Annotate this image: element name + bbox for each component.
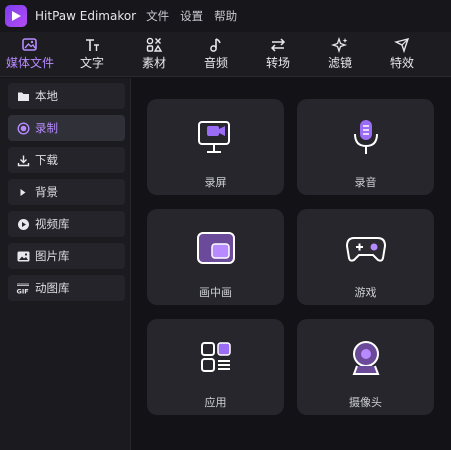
app-record-card[interactable]: 应用 <box>147 319 284 415</box>
sidebar: 本地 录制 下载 背景 视频库 图片库 GIF 动图库 <box>0 78 131 450</box>
gif-icon: GIF <box>16 283 30 294</box>
card-label: 录屏 <box>204 176 227 189</box>
video-library-icon <box>16 218 30 231</box>
effects-icon <box>393 38 410 53</box>
tab-filter[interactable]: 滤镜 <box>312 32 368 77</box>
sidebar-item-local[interactable]: 本地 <box>8 83 125 109</box>
webcam-record-card[interactable]: 摄像头 <box>297 319 434 415</box>
folder-icon <box>16 91 30 102</box>
text-icon <box>86 39 99 51</box>
game-record-card[interactable]: 游戏 <box>297 209 434 305</box>
image-library-icon <box>16 251 30 262</box>
tab-label: 音频 <box>203 56 228 70</box>
transition-icon <box>270 38 286 52</box>
svg-text:GIF: GIF <box>17 287 29 294</box>
media-tab-bar: 媒体文件 文字 素材 音频 转场 滤镜 特效 <box>0 32 451 77</box>
record-icon <box>16 121 30 135</box>
materials-icon <box>146 37 163 52</box>
sidebar-item-label: 背景 <box>35 185 58 199</box>
webcam-icon <box>352 341 379 375</box>
sidebar-item-background[interactable]: 背景 <box>8 179 125 205</box>
title-bar: HitPaw Edimakor 文件 设置 帮助 <box>0 0 451 32</box>
screen-record-card[interactable]: 录屏 <box>147 99 284 195</box>
menu-file[interactable]: 文件 <box>146 8 169 24</box>
sidebar-item-record[interactable]: 录制 <box>8 115 125 141</box>
app-title: HitPaw Edimakor <box>35 9 137 23</box>
screen-record-icon <box>197 121 230 153</box>
picture-in-picture-card[interactable]: 画中画 <box>147 209 284 305</box>
gamepad-icon <box>345 237 386 262</box>
filter-icon <box>331 37 348 53</box>
sidebar-item-label: 录制 <box>35 121 58 135</box>
sidebar-item-label: 视频库 <box>35 217 70 231</box>
tab-label: 滤镜 <box>327 56 352 70</box>
record-options-panel: 录屏 录音 画中画 游戏 应用 摄像头 <box>132 78 451 450</box>
menu-settings[interactable]: 设置 <box>180 8 203 24</box>
sidebar-item-label: 动图库 <box>35 281 70 295</box>
card-label: 摄像头 <box>349 396 382 409</box>
download-icon <box>16 154 30 167</box>
tab-media-files[interactable]: 媒体文件 <box>2 32 58 77</box>
sidebar-item-video-library[interactable]: 视频库 <box>8 211 125 237</box>
tab-label: 媒体文件 <box>5 56 54 70</box>
tab-label: 转场 <box>265 56 290 70</box>
sidebar-item-label: 下载 <box>35 153 58 167</box>
picture-in-picture-icon <box>196 232 235 264</box>
tab-audio[interactable]: 音频 <box>188 32 244 77</box>
tab-effects[interactable]: 特效 <box>374 32 430 77</box>
audio-icon <box>210 38 221 52</box>
tab-transition[interactable]: 转场 <box>250 32 306 77</box>
card-label: 录音 <box>354 176 377 189</box>
audio-record-card[interactable]: 录音 <box>297 99 434 195</box>
tab-materials[interactable]: 素材 <box>126 32 182 77</box>
card-label: 应用 <box>204 396 227 409</box>
sidebar-item-download[interactable]: 下载 <box>8 147 125 173</box>
sidebar-item-gif-library[interactable]: GIF 动图库 <box>8 275 125 301</box>
apps-icon <box>200 342 231 372</box>
card-label: 游戏 <box>354 286 377 299</box>
app-logo-icon <box>5 5 27 27</box>
sidebar-item-label: 图片库 <box>35 249 70 263</box>
sidebar-item-label: 本地 <box>35 89 58 103</box>
media-files-icon <box>22 38 37 51</box>
menu-help[interactable]: 帮助 <box>214 8 237 24</box>
tab-label: 文字 <box>79 56 104 70</box>
sidebar-item-image-library[interactable]: 图片库 <box>8 243 125 269</box>
tab-label: 特效 <box>389 56 414 70</box>
microphone-icon <box>353 120 378 154</box>
triangle-right-icon <box>16 188 30 197</box>
tab-label: 素材 <box>141 56 166 70</box>
card-label: 画中画 <box>199 286 232 299</box>
tab-text[interactable]: 文字 <box>64 32 120 77</box>
